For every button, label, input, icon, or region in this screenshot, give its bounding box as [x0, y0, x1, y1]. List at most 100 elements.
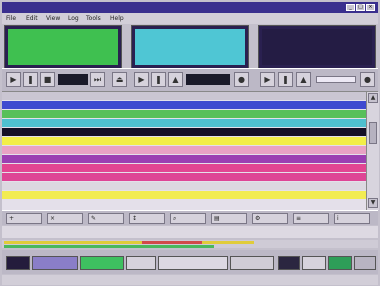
record-button[interactable]: ● — [234, 72, 249, 87]
loop-button[interactable]: ● — [360, 72, 375, 87]
pause-icon: ❚ — [282, 75, 289, 84]
playlist-row[interactable] — [2, 200, 366, 208]
playlist-row[interactable] — [2, 146, 366, 154]
playlist-scrollbar[interactable]: ▲ ▼ — [366, 92, 379, 210]
pause-icon: ❚ — [155, 75, 162, 84]
edit-button[interactable]: ✎ — [88, 213, 124, 224]
pause-button-3[interactable]: ❚ — [278, 72, 293, 87]
player-deck-1[interactable] — [4, 25, 122, 69]
search-button[interactable]: ⌕ — [170, 213, 206, 224]
info-line — [2, 226, 378, 238]
scroll-thumb[interactable] — [369, 122, 377, 144]
scroll-up-button[interactable]: ▲ — [368, 93, 378, 103]
play-button-1[interactable]: ▶ — [6, 72, 21, 87]
pause-icon: ❚ — [27, 75, 34, 84]
cart-button-3[interactable] — [80, 256, 124, 270]
settings-icon: ⚙ — [255, 215, 261, 222]
log-icon: ≡ — [296, 215, 302, 222]
delete-icon: × — [50, 215, 56, 222]
cart-button-2[interactable] — [32, 256, 78, 270]
command-toolbar: + × ✎ ↕ ⌕ ▤ ⚙ ≡ i — [2, 210, 378, 225]
playlist-row[interactable] — [2, 137, 366, 145]
playlist-row[interactable] — [2, 164, 366, 172]
menu-edit[interactable]: Edit — [26, 13, 38, 24]
playlist-row[interactable] — [2, 182, 366, 190]
play-button-2[interactable]: ▶ — [134, 72, 149, 87]
edit-icon: ✎ — [91, 215, 97, 222]
cart-button-8[interactable] — [302, 256, 326, 270]
playlist-header — [2, 92, 366, 100]
eject-button[interactable]: ⏏ — [112, 72, 127, 87]
player-3-display — [262, 29, 372, 65]
move-icon: ↕ — [132, 215, 138, 222]
info-button[interactable]: i — [334, 213, 370, 224]
deck-2-time-display — [186, 74, 230, 85]
info-icon: i — [337, 215, 339, 222]
stop-icon: ■ — [43, 75, 52, 84]
settings-button[interactable]: ⚙ — [252, 213, 288, 224]
pause-button-2[interactable]: ❚ — [151, 72, 166, 87]
player-1-display — [8, 29, 118, 65]
save-button[interactable]: ▤ — [211, 213, 247, 224]
deck-1-time-display — [58, 74, 88, 85]
play-button-3[interactable]: ▶ — [260, 72, 275, 87]
left-level-meter — [4, 241, 254, 244]
player-2-display — [135, 29, 245, 65]
scroll-down-button[interactable]: ▼ — [368, 198, 378, 208]
maximize-button[interactable]: □ — [356, 4, 365, 11]
player-deck-2[interactable] — [131, 25, 249, 69]
skip-button-1[interactable]: ⏭ — [90, 72, 105, 87]
skip-icon: ⏭ — [93, 75, 102, 84]
peak-level-marker — [142, 241, 202, 244]
menu-log[interactable]: Log — [68, 13, 79, 24]
title-bar: _ □ × — [2, 2, 378, 13]
menu-help[interactable]: Help — [110, 13, 124, 24]
menu-tools[interactable]: Tools — [86, 13, 101, 24]
playlist-row[interactable] — [2, 119, 366, 127]
cue-button-3[interactable]: ▲ — [296, 72, 311, 87]
stop-button-1[interactable]: ■ — [40, 72, 55, 87]
playlist-row[interactable] — [2, 110, 366, 118]
cart-button-1[interactable] — [6, 256, 30, 270]
cue-icon: ▲ — [300, 75, 307, 84]
status-bar — [2, 275, 378, 285]
loop-icon: ● — [364, 75, 371, 84]
playlist-row[interactable] — [2, 191, 366, 199]
menu-file[interactable]: File — [6, 13, 16, 24]
playlist-row[interactable] — [2, 173, 366, 181]
menu-view[interactable]: View — [46, 13, 60, 24]
play-icon: ▶ — [264, 75, 271, 84]
close-button[interactable]: × — [366, 4, 375, 11]
radio-automation-window: _ □ × File Edit View Log Tools Help ▶ ❚ … — [0, 0, 380, 286]
cart-button-10[interactable] — [354, 256, 376, 270]
play-icon: ▶ — [138, 75, 145, 84]
right-level-meter — [4, 245, 214, 248]
move-button[interactable]: ↕ — [129, 213, 165, 224]
playlist-grid[interactable] — [2, 92, 366, 210]
pause-button-1[interactable]: ❚ — [23, 72, 38, 87]
save-icon: ▤ — [214, 215, 220, 222]
delete-button[interactable]: × — [47, 213, 83, 224]
playlist-row[interactable] — [2, 128, 366, 136]
player-deck-3[interactable] — [258, 25, 376, 69]
volume-slider[interactable] — [316, 76, 356, 83]
eject-icon: ⏏ — [115, 75, 124, 84]
add-button[interactable]: + — [6, 213, 42, 224]
add-icon: + — [9, 215, 15, 222]
menu-bar: File Edit View Log Tools Help — [2, 13, 378, 24]
cart-button-7[interactable] — [278, 256, 300, 270]
log-button[interactable]: ≡ — [293, 213, 329, 224]
cue-button-2[interactable]: ▲ — [168, 72, 183, 87]
cart-button-4[interactable] — [126, 256, 156, 270]
minimize-button[interactable]: _ — [346, 4, 355, 11]
transport-toolbar: ▶ ❚ ■ ⏭ ⏏ ▶ ❚ ▲ ● ▶ ❚ ▲ ● — [2, 68, 378, 92]
playlist-row[interactable] — [2, 101, 366, 109]
playlist-row[interactable] — [2, 155, 366, 163]
cart-button-5[interactable] — [158, 256, 228, 270]
level-meters — [2, 240, 378, 248]
cart-wall — [2, 250, 378, 274]
cart-button-6[interactable] — [230, 256, 274, 270]
cue-icon: ▲ — [172, 75, 179, 84]
record-icon: ● — [238, 75, 245, 84]
cart-button-9[interactable] — [328, 256, 352, 270]
